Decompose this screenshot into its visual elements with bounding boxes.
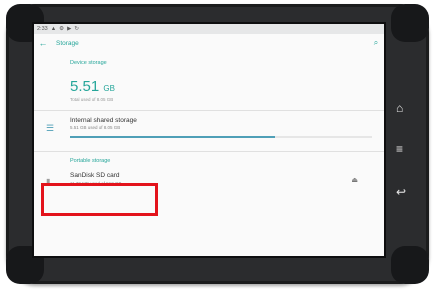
corner-bumper bbox=[391, 4, 429, 42]
internal-storage-subtitle: 5.51 GB used of 8.05 GB bbox=[70, 125, 121, 130]
internal-storage-title: Internal shared storage bbox=[70, 117, 137, 124]
sync-icon: ↻ bbox=[74, 26, 79, 32]
internal-storage-progress bbox=[70, 136, 372, 138]
internal-storage-item[interactable]: ☰ Internal shared storage 5.51 GB used o… bbox=[34, 111, 384, 149]
notification-icon: ▲ bbox=[50, 26, 57, 32]
home-icon[interactable]: ⌂ bbox=[396, 101, 403, 115]
highlight-box bbox=[41, 183, 158, 216]
back-arrow-icon[interactable]: ← bbox=[34, 38, 52, 48]
play-icon: ▶ bbox=[67, 26, 72, 32]
screen: 2:33 ▲ ⚙ ▶ ↻ ← Storage ⌕ Device storage … bbox=[32, 22, 386, 258]
page-title: Storage bbox=[56, 39, 79, 47]
progress-fill bbox=[70, 136, 276, 138]
status-time: 2:33 bbox=[37, 26, 48, 32]
status-bar: 2:33 ▲ ⚙ ▶ ↻ bbox=[34, 24, 384, 34]
sd-card-title: SanDisk SD card bbox=[70, 172, 120, 179]
device-storage-header: Device storage bbox=[70, 60, 107, 66]
corner-bumper bbox=[391, 246, 429, 284]
total-used-text: Total used of 8.05 GB bbox=[70, 97, 114, 102]
used-storage-value: 5.51 GB bbox=[34, 66, 384, 95]
search-icon[interactable]: ⌕ bbox=[368, 38, 384, 48]
portable-storage-header: Portable storage bbox=[70, 158, 111, 164]
storage-list-icon: ☰ bbox=[46, 123, 55, 133]
menu-icon[interactable]: ≡ bbox=[396, 142, 403, 156]
app-bar: ← Storage ⌕ bbox=[34, 34, 384, 52]
eject-icon[interactable]: ⏏ bbox=[351, 176, 358, 184]
settings-icon: ⚙ bbox=[59, 26, 65, 32]
used-value: 5.51 bbox=[70, 78, 100, 95]
back-icon[interactable]: ↩ bbox=[396, 185, 406, 199]
used-unit: GB bbox=[103, 84, 115, 93]
